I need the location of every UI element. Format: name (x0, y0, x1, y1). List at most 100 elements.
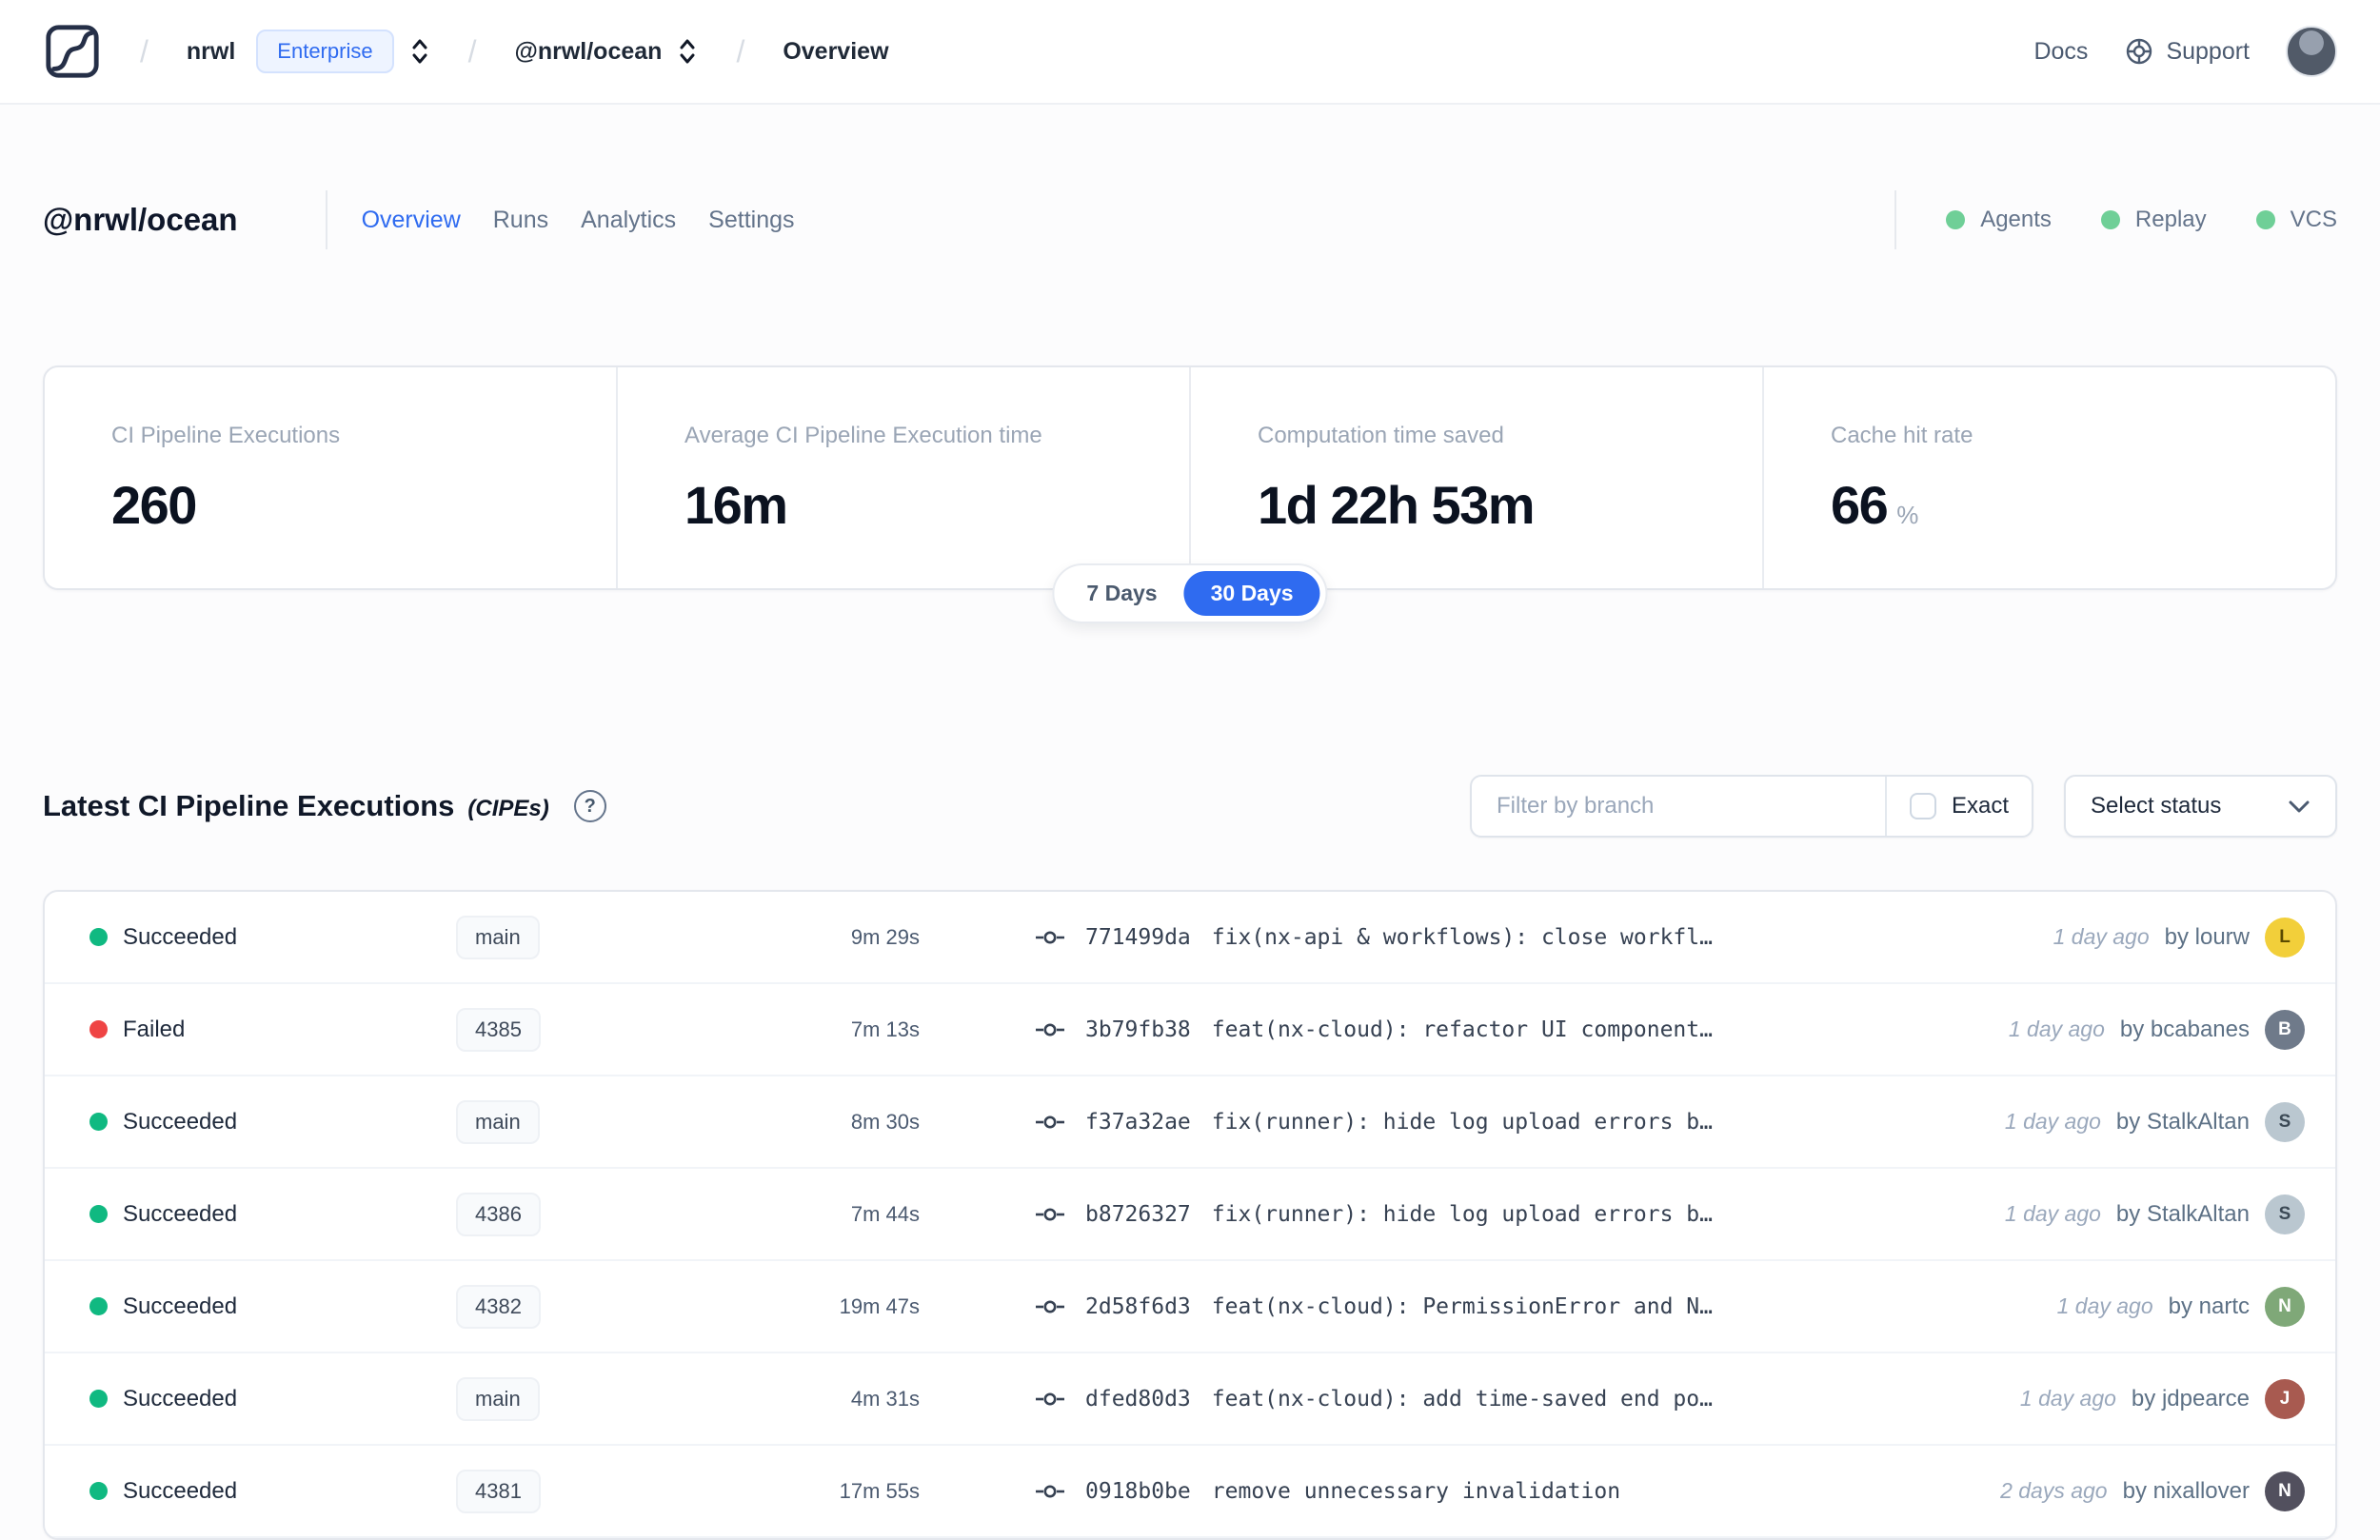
commit-hash[interactable]: 3b79fb38 (1085, 1017, 1191, 1042)
table-row[interactable]: Succeeded main 4m 31s dfed80d3 feat(nx-c… (45, 1353, 2335, 1446)
branch-badge[interactable]: 4386 (456, 1192, 541, 1236)
support-link[interactable]: Support (2124, 36, 2250, 67)
period-toggle: 7 Days 30 Days (1052, 563, 1328, 623)
duration: 7m 44s (850, 1201, 920, 1226)
period-30-days-button[interactable]: 30 Days (1183, 571, 1320, 616)
table-row[interactable]: Succeeded 4381 17m 55s 0918b0be remove u… (45, 1446, 2335, 1538)
lifebuoy-icon (2127, 38, 2152, 65)
commit-hash[interactable]: f37a32ae (1085, 1110, 1191, 1135)
status-dot (89, 1113, 108, 1131)
indicator-vcs: VCS (2255, 207, 2337, 233)
table-row[interactable]: Succeeded 4382 19m 47s 2d58f6d3 feat(nx-… (45, 1261, 2335, 1353)
workspace-title: @nrwl/ocean (43, 202, 238, 237)
author: by jdpearce (2131, 1385, 2250, 1412)
commit-hash[interactable]: 771499da (1085, 925, 1191, 950)
top-nav: / nrwl Enterprise / @nrwl/ocean / Overvi… (0, 0, 2380, 105)
workspace-switcher-icon[interactable] (677, 36, 698, 67)
divider (325, 190, 327, 249)
green-status-dot (2255, 210, 2275, 229)
avatar[interactable]: J (2265, 1378, 2305, 1419)
tab-analytics[interactable]: Analytics (581, 207, 676, 234)
section-subtitle: (CIPEs) (467, 796, 549, 821)
status-dot (89, 1482, 108, 1500)
time-ago: 1 day ago (2008, 1017, 2105, 1041)
table-row[interactable]: Succeeded main 8m 30s f37a32ae fix(runne… (45, 1076, 2335, 1169)
docs-link[interactable]: Docs (2033, 38, 2088, 66)
branch-badge[interactable]: main (456, 1099, 540, 1144)
author: by nartc (2168, 1293, 2250, 1319)
avatar[interactable]: L (2265, 917, 2305, 958)
author: by StalkAltan (2115, 1108, 2250, 1135)
commit-message: feat(nx-cloud): refactor UI component… (1211, 1017, 1713, 1042)
user-avatar[interactable] (2286, 26, 2337, 77)
stats-cards: CI Pipeline Executions 260 Average CI Pi… (43, 365, 2337, 590)
status-label: Succeeded (123, 1200, 238, 1227)
duration: 7m 13s (850, 1017, 920, 1041)
avatar[interactable]: B (2265, 1009, 2305, 1050)
tab-runs[interactable]: Runs (493, 207, 548, 234)
period-7-days-button[interactable]: 7 Days (1060, 571, 1183, 616)
time-ago: 2 days ago (2000, 1478, 2108, 1503)
tab-settings[interactable]: Settings (708, 207, 794, 234)
status-dot (89, 1390, 108, 1408)
breadcrumb-separator: / (467, 33, 477, 69)
duration: 17m 55s (839, 1478, 920, 1503)
section-title: Latest CI Pipeline Executions (CIPEs) (43, 789, 549, 822)
avatar[interactable]: N (2265, 1471, 2305, 1511)
status-label: Succeeded (123, 1477, 238, 1504)
duration: 9m 29s (850, 924, 920, 949)
commit-message: fix(nx-api & workflows): close workfl… (1211, 924, 1713, 950)
time-ago: 1 day ago (2056, 1293, 2153, 1318)
status-label: Failed (123, 1016, 186, 1042)
breadcrumb-page: Overview (783, 37, 889, 65)
branch-filter-group: Exact (1470, 775, 2033, 838)
time-ago: 1 day ago (2004, 1201, 2101, 1226)
tab-overview[interactable]: Overview (362, 207, 461, 234)
stat-card-ci-pipeline-executions: CI Pipeline Executions 260 (111, 423, 341, 535)
avatar[interactable]: S (2265, 1101, 2305, 1142)
nx-cloud-logo-icon[interactable] (43, 22, 102, 81)
exact-checkbox[interactable] (1909, 793, 1936, 819)
branch-badge[interactable]: 4382 (456, 1284, 541, 1329)
workspace-header: @nrwl/ocean Overview Runs Analytics Sett… (0, 188, 2380, 251)
commit-hash[interactable]: dfed80d3 (1085, 1387, 1191, 1412)
divider (1894, 190, 1897, 249)
avatar[interactable]: S (2265, 1194, 2305, 1234)
org-switcher-icon[interactable] (409, 36, 430, 67)
git-commit-icon (1036, 1485, 1064, 1497)
author: by lourw (2164, 923, 2250, 950)
git-commit-icon (1036, 1392, 1064, 1405)
table-row[interactable]: Failed 4385 7m 13s 3b79fb38 feat(nx-clou… (45, 984, 2335, 1076)
exact-label: Exact (1951, 793, 2009, 819)
chevron-down-icon (2289, 800, 2310, 812)
time-ago: 1 day ago (2053, 924, 2150, 949)
status-label: Succeeded (123, 1108, 238, 1135)
status-dot (89, 1020, 108, 1038)
git-commit-icon (1036, 931, 1064, 943)
commit-hash[interactable]: 0918b0be (1085, 1479, 1191, 1504)
branch-badge[interactable]: main (456, 1376, 540, 1421)
branch-badge[interactable]: main (456, 915, 540, 959)
git-commit-icon (1036, 1116, 1064, 1128)
table-row[interactable]: Succeeded 4386 7m 44s b8726327 fix(runne… (45, 1169, 2335, 1261)
git-commit-icon (1036, 1300, 1064, 1313)
help-icon[interactable]: ? (573, 790, 606, 822)
branch-filter-input[interactable] (1472, 777, 1885, 836)
commit-message: feat(nx-cloud): PermissionError and N… (1211, 1293, 1713, 1319)
commit-hash[interactable]: 2d58f6d3 (1085, 1294, 1191, 1319)
select-status-dropdown[interactable]: Select status (2064, 775, 2337, 838)
breadcrumb-org[interactable]: nrwl (187, 38, 235, 66)
enterprise-badge: Enterprise (256, 30, 394, 73)
commit-hash[interactable]: b8726327 (1085, 1202, 1191, 1227)
commit-message: remove unnecessary invalidation (1211, 1478, 1621, 1504)
git-commit-icon (1036, 1023, 1064, 1036)
author: by bcabanes (2119, 1016, 2250, 1042)
branch-badge[interactable]: 4385 (456, 1007, 541, 1052)
git-commit-icon (1036, 1208, 1064, 1220)
avatar[interactable]: N (2265, 1286, 2305, 1327)
stat-card-computation-time-saved: Computation time saved 1d 22h 53m (1189, 367, 1762, 588)
branch-badge[interactable]: 4381 (456, 1469, 541, 1513)
indicator-agents: Agents (1946, 207, 2052, 233)
breadcrumb-workspace[interactable]: @nrwl/ocean (514, 38, 662, 66)
table-row[interactable]: Succeeded main 9m 29s 771499da fix(nx-ap… (45, 892, 2335, 984)
